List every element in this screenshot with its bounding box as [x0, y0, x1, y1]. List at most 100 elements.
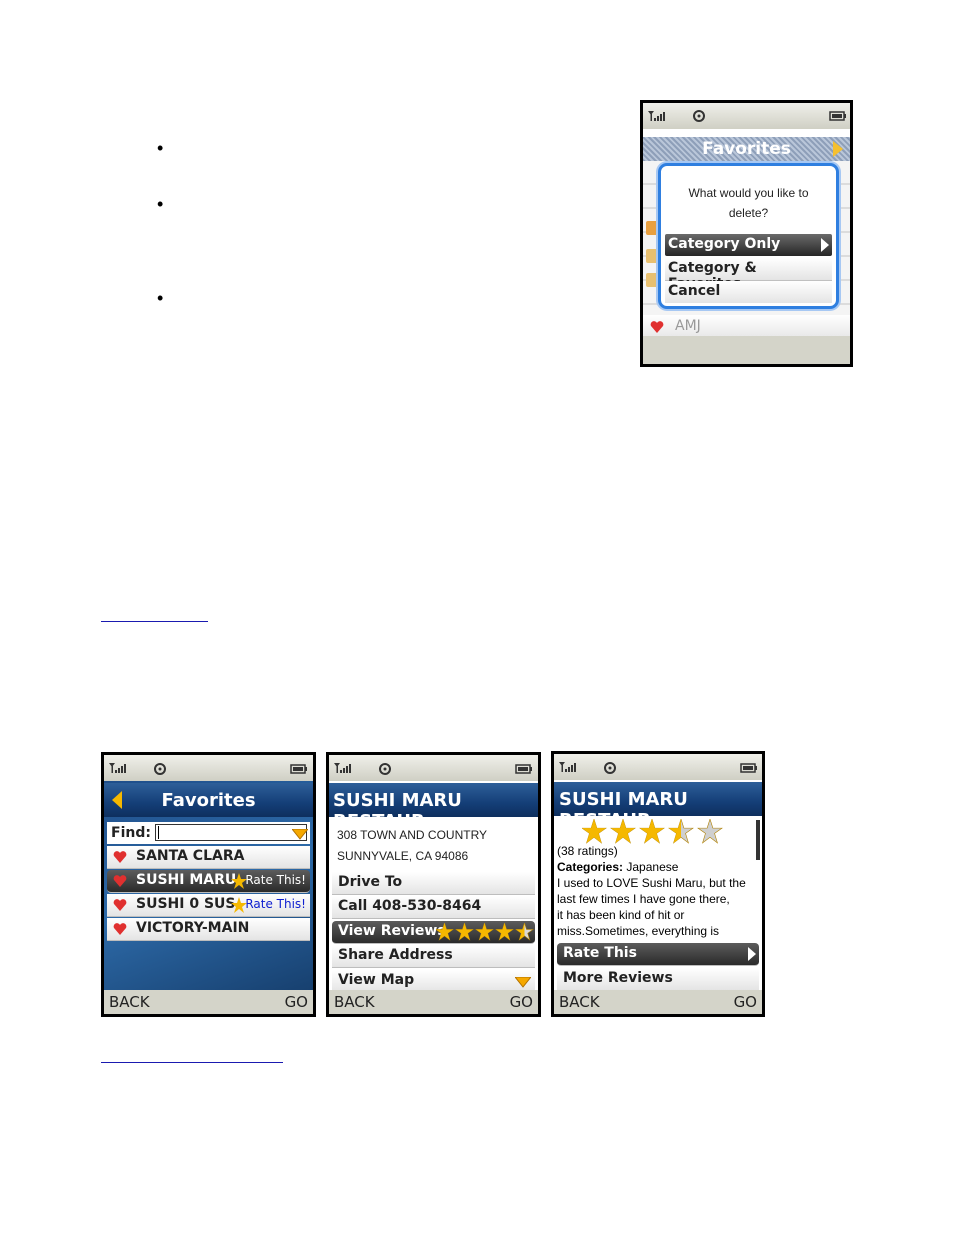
title-bar: SUSHI MARU RESTAUR [329, 783, 538, 832]
back-softkey[interactable]: BACK [109, 993, 150, 1011]
menu-share-address[interactable]: Share Address [332, 945, 535, 968]
list-item-label: AMJ [675, 318, 701, 334]
dialog-prompt-line2: delete? [728, 206, 769, 220]
categories-value: Japanese [626, 860, 679, 874]
status-bar [104, 755, 313, 781]
chevron-down-icon[interactable] [292, 829, 308, 840]
title-bar: Favorites [104, 783, 313, 817]
soft-key-bar: BACK GO [329, 990, 538, 1014]
find-row: Find: [107, 822, 310, 844]
star-icon [610, 819, 636, 844]
find-input[interactable] [155, 824, 307, 841]
list-item[interactable]: SANTA CLARA [107, 846, 310, 869]
battery-icon [290, 764, 307, 774]
chevron-right-icon [748, 947, 756, 961]
list-item[interactable]: SUSHI 0 SUS Rate This! [107, 894, 310, 917]
address-line1: 308 TOWN AND COUNTRY [337, 828, 488, 842]
find-label: Find: [111, 825, 151, 841]
heart-icon [113, 875, 127, 887]
review-line: I used to LOVE Sushi Maru, but the [557, 876, 746, 890]
option-cancel[interactable]: Cancel [665, 281, 832, 303]
back-softkey[interactable]: BACK [559, 993, 600, 1011]
status-bar [643, 103, 850, 129]
star-icon [639, 819, 665, 844]
rating-stars [582, 819, 723, 844]
star-icon [515, 923, 534, 941]
reviews-phone-screenshot: SUSHI MARU RESTAUR (38 ratings) Categori… [551, 751, 765, 1017]
link-underline-1[interactable] [101, 621, 208, 622]
soft-key-bar [643, 336, 850, 364]
gear-icon [604, 762, 616, 774]
arrow-right-icon [833, 141, 843, 157]
soft-key-bar: BACK GO [554, 990, 762, 1014]
heart-icon [113, 851, 127, 863]
battery-icon [515, 764, 532, 774]
star-icon [455, 923, 474, 941]
menu-view-reviews[interactable]: View Reviews [332, 921, 535, 944]
review-line: last few times I have gone there, [557, 892, 730, 906]
rating-stars [436, 923, 534, 941]
star-icon [697, 819, 723, 844]
go-softkey[interactable]: GO [285, 993, 308, 1011]
rate-this-label[interactable]: Rate This! [245, 897, 306, 911]
list-item-label: VICTORY-MAIN [136, 920, 250, 936]
signal-icon [648, 111, 665, 121]
review-line: it has been kind of hit or [557, 908, 685, 922]
option-category-and-favorites[interactable]: Category & Favorites [665, 258, 832, 292]
link-underline-2[interactable] [101, 1062, 283, 1063]
delete-dialog: What would you like to delete? Category … [658, 163, 839, 309]
heart-icon [113, 899, 127, 911]
favorites-phone-screenshot: Favorites Find: SANTA CLARA SUSHI MARU R… [101, 752, 316, 1017]
ratings-count: (38 ratings) [557, 844, 618, 858]
heart-icon [650, 321, 664, 333]
dialog-phone-screenshot: Favorites AMJ What would you like to del… [640, 100, 853, 367]
page-title: SUSHI MARU RESTAUR [333, 790, 462, 832]
menu-call[interactable]: Call 408-530-8464 [332, 896, 535, 919]
menu-rate-this[interactable]: Rate This [557, 943, 759, 966]
star-icon [436, 923, 454, 941]
page-title: Favorites [702, 139, 791, 159]
battery-icon [740, 763, 757, 773]
option-category-only[interactable]: Category Only [665, 234, 832, 256]
signal-icon [334, 763, 351, 773]
chevron-down-icon[interactable] [515, 977, 531, 988]
star-icon [668, 819, 694, 844]
menu-more-reviews[interactable]: More Reviews [557, 968, 759, 991]
star-icon [582, 819, 607, 844]
gear-icon [693, 110, 705, 122]
star-icon [495, 923, 514, 941]
list-item-label: SUSHI 0 SUS [136, 896, 236, 912]
list-item-label: SANTA CLARA [136, 848, 245, 864]
title-bar: Favorites [643, 137, 850, 161]
address-line2: SUNNYVALE, CA 94086 [337, 849, 469, 863]
bullet-2 [157, 200, 165, 208]
heart-icon [113, 923, 127, 935]
title-bar: SUSHI MARU RESTAUR [554, 782, 762, 831]
review-line: miss.Sometimes, everything is [557, 924, 720, 938]
chevron-right-icon [821, 238, 829, 252]
battery-icon [829, 111, 846, 121]
go-softkey[interactable]: GO [510, 993, 533, 1011]
star-icon [475, 923, 494, 941]
dialog-prompt-line1: What would you like to [688, 186, 809, 200]
signal-icon [109, 763, 126, 773]
list-item-label: SUSHI MARU [136, 872, 237, 888]
rate-this-label[interactable]: Rate This! [245, 873, 306, 887]
scrollbar[interactable] [756, 820, 760, 860]
bullet-1 [157, 144, 165, 152]
status-bar [554, 754, 762, 780]
details-phone-screenshot: SUSHI MARU RESTAUR 308 TOWN AND COUNTRY … [326, 752, 541, 1017]
go-softkey[interactable]: GO [734, 993, 757, 1011]
list-item-selected[interactable]: SUSHI MARU Rate This! [107, 870, 310, 893]
status-bar [329, 755, 538, 781]
signal-icon [559, 762, 576, 772]
back-softkey[interactable]: BACK [334, 993, 375, 1011]
categories-label: Categories: [557, 860, 624, 874]
menu-drive-to[interactable]: Drive To [332, 872, 535, 895]
soft-key-bar: BACK GO [104, 990, 313, 1014]
gear-icon [379, 763, 391, 775]
list-item[interactable]: VICTORY-MAIN [107, 918, 310, 941]
page-title: Favorites [161, 790, 256, 811]
bullet-3 [157, 294, 165, 302]
gear-icon [154, 763, 166, 775]
